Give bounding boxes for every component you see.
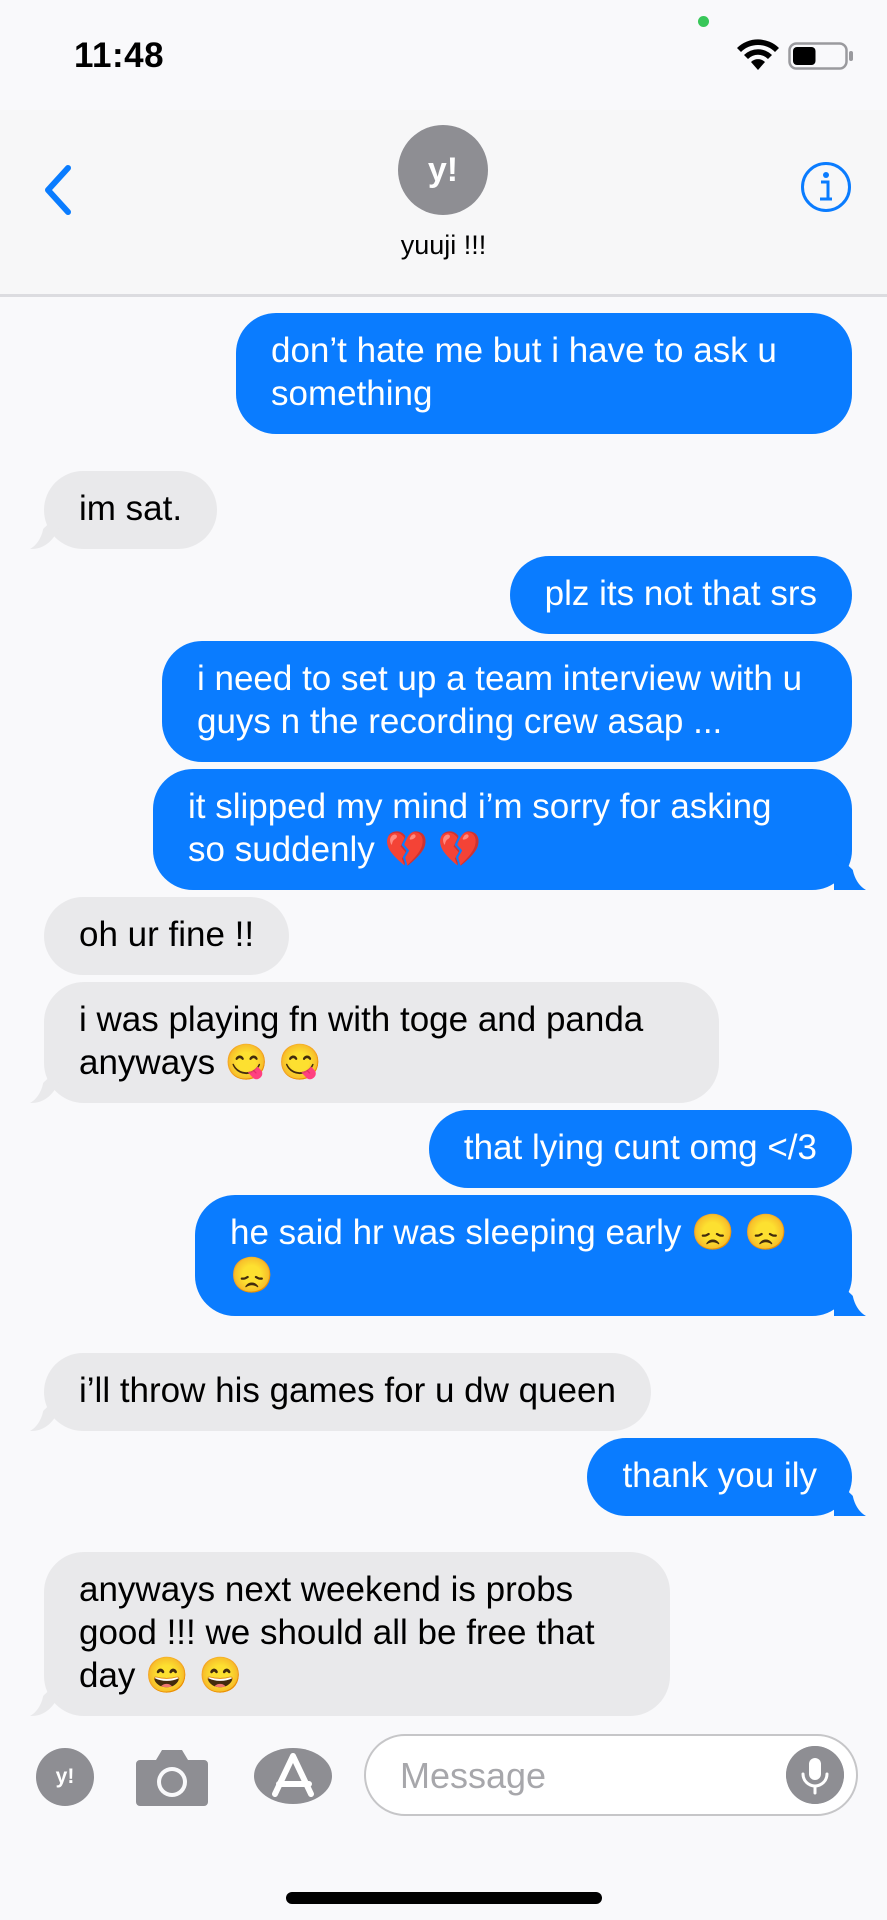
message-bubble-received[interactable]: i was playing fn with toge and panda any… bbox=[14, 982, 719, 1105]
message-bubble-sent[interactable]: don’t hate me but i have to ask u someth… bbox=[236, 313, 852, 434]
imessage-app-avatar[interactable]: y! bbox=[36, 1748, 94, 1806]
message-input-field[interactable] bbox=[364, 1734, 858, 1816]
info-icon[interactable] bbox=[800, 161, 852, 213]
message-bubble-sent[interactable]: it slipped my mind i’m sorry for asking … bbox=[153, 769, 882, 892]
message-bubble-received[interactable]: oh ur fine !! bbox=[44, 897, 290, 975]
wifi-icon bbox=[737, 39, 779, 70]
conversation-header: y! yuuji !!! bbox=[0, 110, 887, 297]
contact-name[interactable]: yuuji !!! bbox=[0, 230, 887, 261]
message-bubble-sent[interactable]: plz its not that srs bbox=[509, 556, 852, 634]
back-chevron-icon[interactable] bbox=[40, 162, 76, 218]
microphone-icon[interactable] bbox=[786, 1746, 844, 1804]
message-bubble-received[interactable]: anyways next weekend is probs good !!! w… bbox=[14, 1552, 670, 1718]
camera-icon[interactable] bbox=[134, 1744, 210, 1808]
message-bubble-sent[interactable]: i need to set up a team interview with u… bbox=[162, 641, 852, 762]
privacy-indicator-dot bbox=[698, 16, 709, 27]
status-bar: 11:48 bbox=[0, 0, 887, 110]
message-bubble-sent[interactable]: that lying cunt omg </3 bbox=[428, 1110, 852, 1188]
home-indicator bbox=[286, 1892, 602, 1904]
message-bubble-sent[interactable]: he said hr was sleeping early 😞 😞 😞 bbox=[195, 1195, 882, 1318]
message-bubble-received[interactable]: i’ll throw his games for u dw queen bbox=[14, 1353, 651, 1433]
message-thread[interactable]: don’t hate me but i have to ask u someth… bbox=[0, 297, 887, 1718]
contact-avatar[interactable]: y! bbox=[398, 125, 488, 215]
message-bubble-received[interactable]: im sat. bbox=[13, 471, 218, 551]
message-input[interactable] bbox=[398, 1752, 782, 1800]
compose-bar: y! bbox=[0, 1718, 887, 1920]
message-bubble-sent[interactable]: thank you ily bbox=[587, 1438, 882, 1518]
battery-icon bbox=[788, 42, 853, 70]
status-time: 11:48 bbox=[74, 36, 165, 75]
app-store-icon[interactable] bbox=[253, 1746, 335, 1806]
